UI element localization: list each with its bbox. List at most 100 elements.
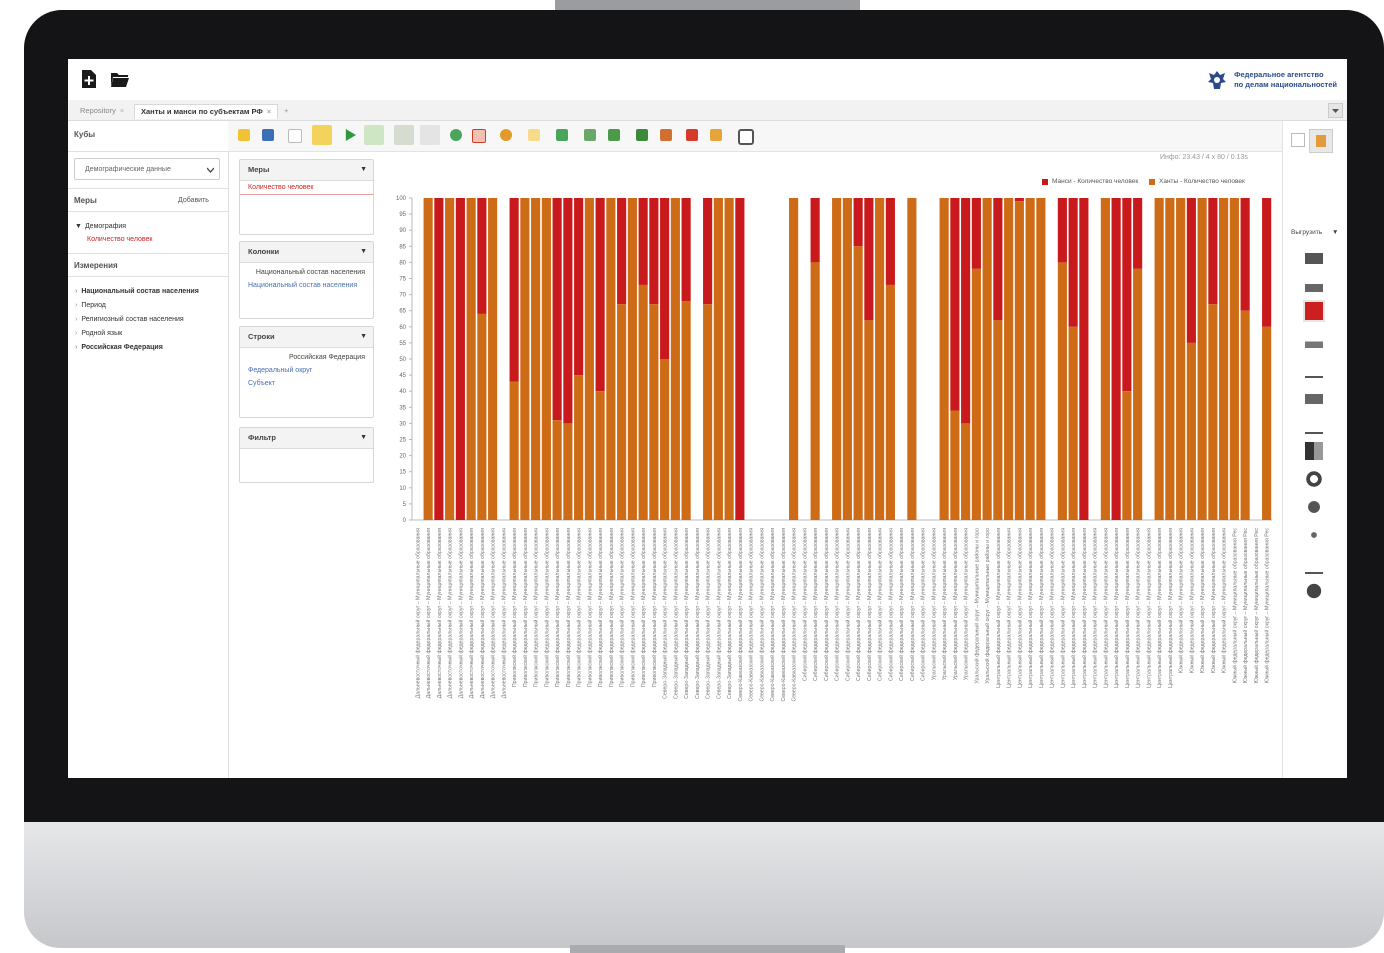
open-folder-icon[interactable] [110, 69, 130, 89]
bar-khanty [1100, 198, 1110, 520]
chevron-down-icon [1332, 109, 1339, 113]
caret-down-icon[interactable]: ▼ [360, 428, 367, 448]
row-level-chip[interactable]: Субъект [240, 377, 373, 390]
chart-view-icon[interactable] [1309, 129, 1333, 153]
measures-box[interactable]: Меры ▼ Количество человек [239, 159, 374, 235]
x-tick-label: Центральный федеральный округ – Муниципа… [1070, 528, 1077, 688]
app-screen: Федеральное агентство по делам националь… [68, 59, 1347, 778]
export-csv-icon[interactable] [660, 129, 672, 141]
divider [68, 211, 228, 212]
x-tick-label: Южный федеральный округ – Муниципальные … [1253, 528, 1260, 684]
tabs-dropdown-button[interactable] [1328, 103, 1343, 118]
x-tick-label: Приволжский федеральный округ – Муниципа… [640, 528, 647, 687]
bar-khanty [1186, 342, 1196, 520]
caret-down-icon[interactable]: ▼ [360, 242, 367, 262]
export-dropdown[interactable]: Выгрузить ▼ [1291, 229, 1338, 236]
new-query-icon[interactable] [288, 129, 302, 143]
caret-down-icon[interactable]: ▼ [360, 160, 367, 180]
columns-box[interactable]: Колонки ▼ Национальный состав населения Н… [239, 241, 374, 319]
cube-select[interactable]: Демографические данные [74, 158, 220, 180]
auto-run-icon[interactable] [364, 125, 384, 145]
bar-mansi [617, 198, 627, 305]
x-tick-label: Дальневосточный федеральный округ – Муни… [436, 528, 443, 698]
rows-box[interactable]: Строки ▼ Российская Федерация Федеральный… [239, 326, 374, 418]
refresh-icon[interactable] [450, 129, 462, 141]
caret-down-icon: ▼ [75, 223, 82, 230]
zoom-mode-icon[interactable] [710, 129, 722, 141]
export-excel-icon[interactable] [636, 129, 648, 141]
close-icon[interactable]: × [267, 107, 271, 116]
table-view-icon[interactable] [1291, 133, 1305, 147]
line-chart-icon[interactable] [1305, 358, 1323, 378]
open-icon[interactable] [238, 129, 250, 141]
tree-node-demography[interactable]: ▼ Демография [75, 223, 126, 230]
drill-across-icon[interactable] [608, 129, 620, 141]
grouped-bar-icon[interactable] [1305, 274, 1323, 292]
x-tick-label: Центральный федеральный округ – Муниципа… [1006, 528, 1013, 688]
caret-down-icon[interactable]: ▼ [360, 327, 367, 347]
small-multiples-icon[interactable] [1305, 330, 1323, 348]
heatmap-icon[interactable] [1305, 442, 1323, 460]
bar-khanty [638, 284, 648, 520]
hide-parents-icon[interactable] [394, 125, 414, 145]
area-chart-icon[interactable] [1305, 386, 1323, 404]
bar-khanty [1014, 201, 1024, 520]
dimension-label: Религиозный состав населения [81, 316, 184, 323]
add-measure-button[interactable]: Добавить [178, 197, 209, 204]
mdx-icon[interactable] [472, 129, 486, 143]
close-icon[interactable]: × [120, 106, 124, 115]
x-tick-label: Дальневосточный федеральный округ – Муни… [447, 528, 454, 698]
tab-repository[interactable]: Repository × [74, 104, 130, 118]
dimension-item[interactable]: › Религиозный состав населения [75, 316, 184, 323]
export-pdf-icon[interactable] [686, 129, 698, 141]
y-tick-label: 30 [399, 421, 406, 427]
search-icon[interactable] [500, 129, 512, 141]
tree-measure-count[interactable]: Количество человек [87, 236, 153, 243]
non-empty-icon[interactable] [420, 125, 440, 145]
bubble-icon[interactable] [1305, 582, 1323, 600]
dimension-item[interactable]: › Период [75, 302, 106, 309]
add-tab-button[interactable]: + [278, 104, 294, 118]
waterfall-icon[interactable] [1305, 554, 1323, 574]
bar-chart-icon[interactable] [1305, 246, 1323, 264]
drill-down-icon[interactable] [584, 129, 596, 141]
dimension-item[interactable]: › Родной язык [75, 330, 122, 337]
multi-pie-icon[interactable] [1305, 498, 1323, 516]
bar-mansi [660, 198, 670, 359]
rows-box-title: Строки [248, 332, 275, 341]
drill-icon[interactable] [528, 129, 540, 141]
bar-mansi [961, 198, 971, 424]
swap-axes-icon[interactable] [556, 129, 568, 141]
x-tick-label: Центральный федеральный округ – Муниципа… [1092, 528, 1099, 688]
x-tick-label: Северо-Западный федеральный округ – Муни… [672, 528, 679, 699]
column-level-chip[interactable]: Национальный состав населения [240, 279, 373, 292]
x-tick-label: Дальневосточный федеральный округ – Муни… [457, 528, 464, 698]
row-hierarchy-header[interactable]: Российская Федерация [240, 348, 373, 364]
bar-mansi [574, 198, 584, 376]
x-tick-label: Приволжский федеральный округ – Муниципа… [597, 528, 604, 687]
new-file-icon[interactable] [80, 69, 98, 89]
bar-khanty [670, 198, 680, 520]
y-tick-label: 40 [399, 389, 406, 395]
bar-mansi [950, 198, 960, 411]
run-icon[interactable] [345, 129, 356, 141]
filter-box[interactable]: Фильтр ▼ [239, 427, 374, 483]
fullscreen-icon[interactable] [738, 129, 754, 145]
column-level-header[interactable]: Национальный состав населения [240, 263, 373, 279]
row-level-chip[interactable]: Федеральный округ [240, 364, 373, 377]
bar-mansi [971, 198, 981, 269]
x-tick-label: Северо-Кавказский федеральный округ – Му… [758, 528, 765, 702]
dimension-item[interactable]: › Российская Федерация [75, 344, 163, 351]
bar-khanty [1197, 198, 1207, 520]
bar-khanty [681, 301, 691, 520]
save-icon[interactable] [262, 129, 274, 141]
measure-chip[interactable]: Количество человек [240, 181, 373, 195]
tab-khanty-mansi[interactable]: Ханты и манси по субъектам РФ × [134, 104, 279, 119]
dot-plot-icon[interactable] [1305, 414, 1323, 434]
bar-khanty [907, 198, 917, 520]
donut-icon[interactable] [1305, 470, 1323, 488]
dimension-item[interactable]: › Национальный состав населения [75, 288, 199, 295]
scatter-icon[interactable] [1305, 526, 1323, 544]
stacked-bar-100-icon[interactable] [1303, 300, 1325, 322]
edit-icon[interactable] [312, 125, 332, 145]
